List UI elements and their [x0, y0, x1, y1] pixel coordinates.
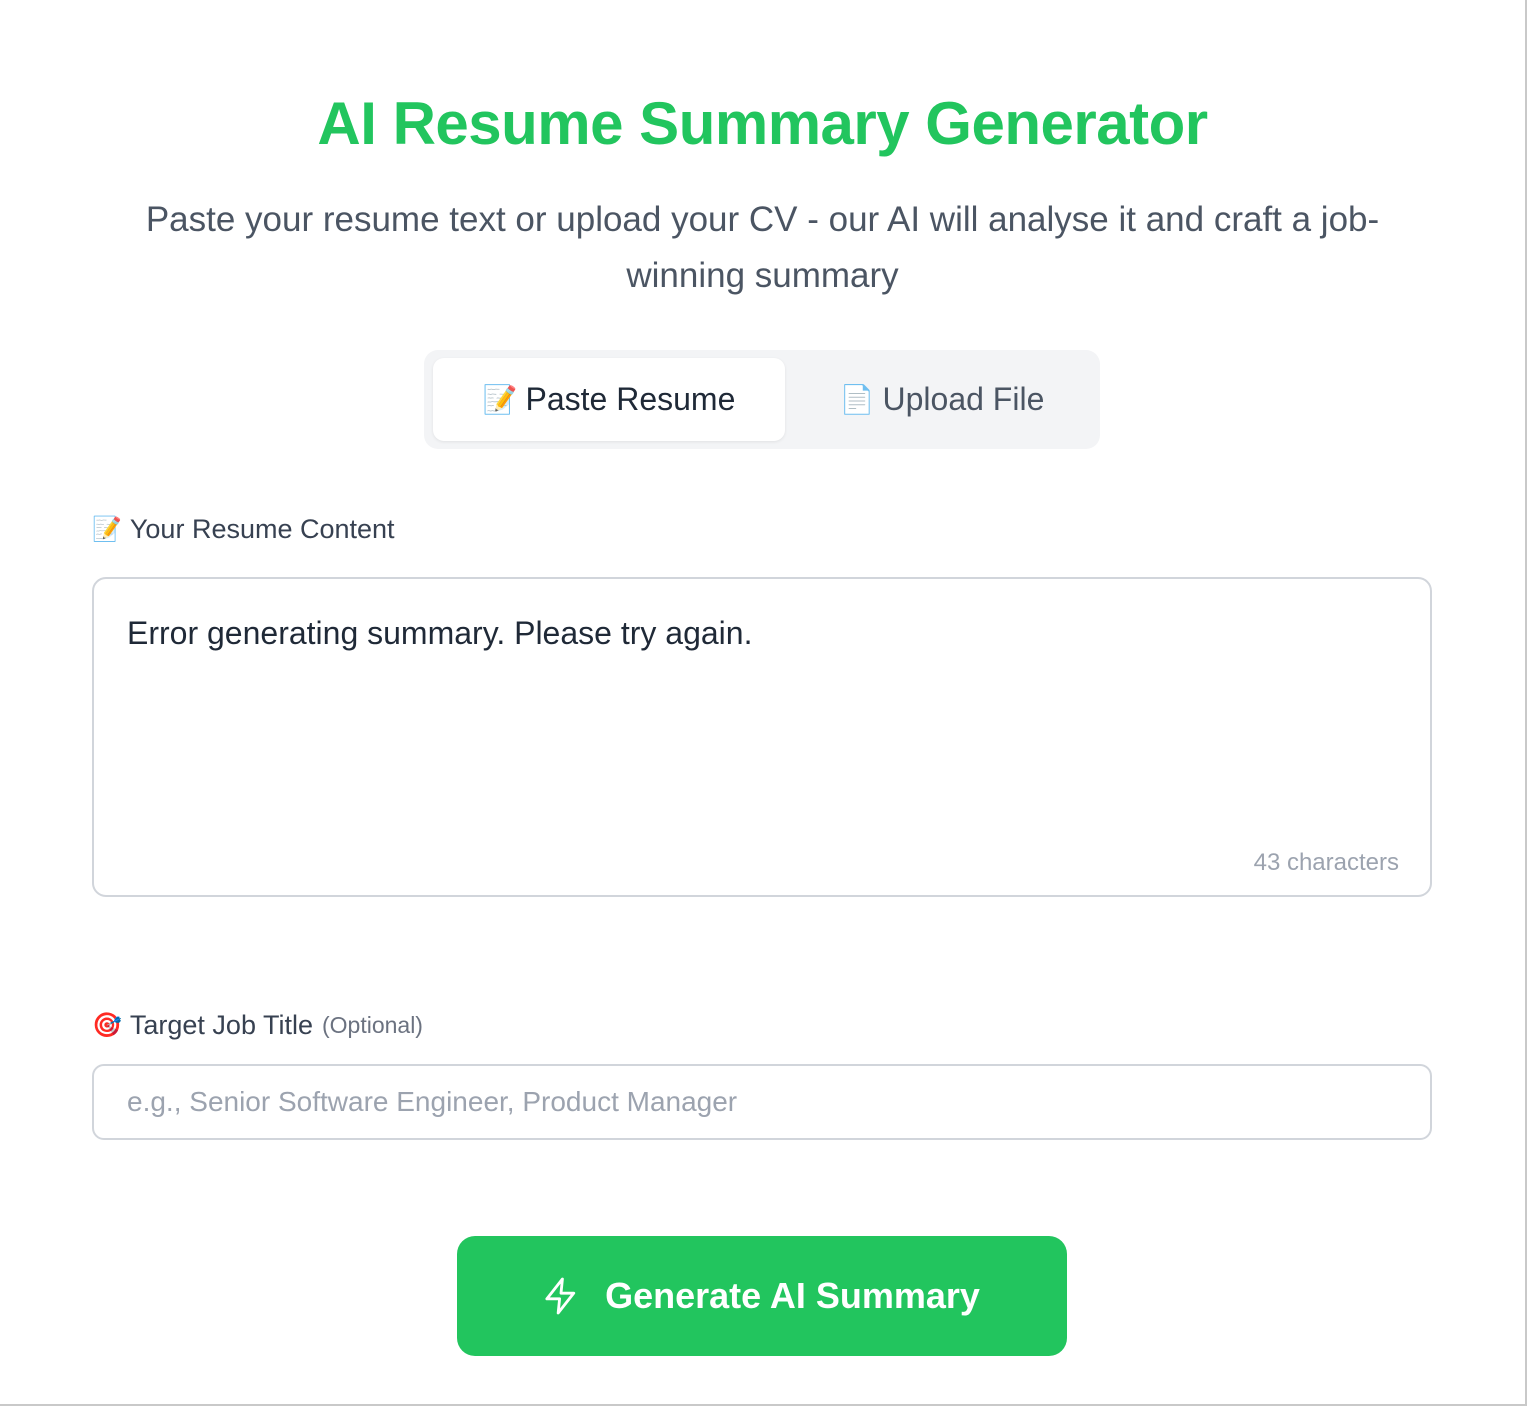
optional-hint: (Optional) [321, 1012, 423, 1038]
memo-icon: 📝 [92, 516, 122, 543]
page-title: AI Resume Summary Generator [317, 90, 1208, 157]
resume-content-label-text: Your Resume Content [129, 514, 395, 544]
tab-upload-file[interactable]: 📄 Upload File [792, 358, 1092, 441]
tab-upload-file-label: Upload File [882, 381, 1045, 417]
character-count: 43 characters [1253, 849, 1399, 876]
resume-textarea-value: Error generating summary. Please try aga… [127, 615, 753, 651]
page-subtitle: Paste your resume text or upload your CV… [145, 200, 1380, 295]
page: AI Resume Summary Generator Paste your r… [0, 0, 1527, 1406]
generate-summary-label: Generate AI Summary [605, 1275, 980, 1316]
memo-icon: 📝 [482, 384, 518, 415]
input-mode-tabs: 📝 Paste Resume 📄 Upload File [424, 350, 1100, 449]
generate-summary-button[interactable]: Generate AI Summary [457, 1236, 1067, 1356]
resume-content-label: 📝 Your Resume Content [92, 514, 395, 545]
tab-paste-resume[interactable]: 📝 Paste Resume [433, 358, 785, 441]
target-job-label: 🎯 Target Job Title (Optional) [92, 1010, 423, 1041]
page-icon: 📄 [839, 384, 875, 415]
target-icon: 🎯 [92, 1012, 122, 1039]
resume-textarea[interactable]: Error generating summary. Please try aga… [92, 577, 1432, 897]
target-job-label-text: Target Job Title [129, 1010, 313, 1040]
tab-paste-resume-label: Paste Resume [525, 381, 736, 417]
target-job-input[interactable]: e.g., Senior Software Engineer, Product … [92, 1064, 1432, 1140]
lightning-icon [545, 1277, 576, 1315]
target-job-placeholder: e.g., Senior Software Engineer, Product … [127, 1086, 738, 1117]
